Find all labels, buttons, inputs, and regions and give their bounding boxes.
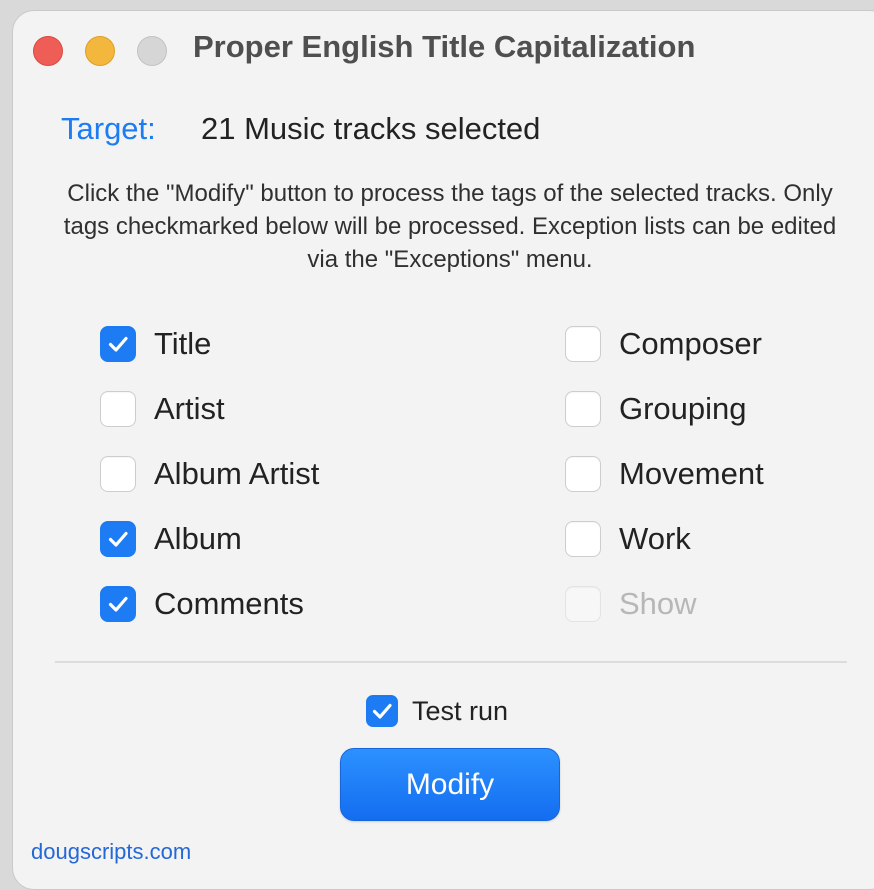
close-button[interactable] <box>33 36 63 66</box>
checkmark-icon <box>372 703 392 719</box>
album-artist-option-label: Album Artist <box>154 456 320 491</box>
target-label: Target: <box>61 111 156 146</box>
artist-option[interactable]: Artist <box>100 389 225 429</box>
show-checkbox <box>565 586 601 622</box>
grouping-option-label: Grouping <box>619 391 747 426</box>
artist-checkbox[interactable] <box>100 391 136 427</box>
title-option[interactable]: Title <box>100 324 211 364</box>
comments-checkbox[interactable] <box>100 586 136 622</box>
work-option-label: Work <box>619 521 691 556</box>
album-artist-checkbox[interactable] <box>100 456 136 492</box>
movement-checkbox[interactable] <box>565 456 601 492</box>
test-run-checkbox[interactable] <box>366 695 398 727</box>
grouping-option[interactable]: Grouping <box>565 389 747 429</box>
artist-option-label: Artist <box>154 391 225 426</box>
checkmark-icon <box>108 596 128 612</box>
app-window: Proper English Title Capitalization Targ… <box>12 10 874 890</box>
comments-option-label: Comments <box>154 586 304 621</box>
window-title: Proper English Title Capitalization <box>193 29 696 64</box>
grouping-checkbox[interactable] <box>565 391 601 427</box>
show-option-label: Show <box>619 586 697 621</box>
show-option: Show <box>565 584 697 624</box>
album-checkbox[interactable] <box>100 521 136 557</box>
movement-option-label: Movement <box>619 456 764 491</box>
instructions-text: Click the "Modify" button to process the… <box>63 180 837 273</box>
comments-option[interactable]: Comments <box>100 584 304 624</box>
title-checkbox[interactable] <box>100 326 136 362</box>
checkmark-icon <box>108 531 128 547</box>
test-run-label: Test run <box>412 695 509 726</box>
album-option-label: Album <box>154 521 242 556</box>
minimize-button[interactable] <box>85 36 115 66</box>
composer-option-label: Composer <box>619 326 762 361</box>
album-option[interactable]: Album <box>100 519 242 559</box>
test-run-option[interactable]: Test run <box>366 695 508 727</box>
work-option[interactable]: Work <box>565 519 691 559</box>
zoom-button[interactable] <box>137 36 167 66</box>
work-checkbox[interactable] <box>565 521 601 557</box>
modify-button[interactable]: Modify <box>340 748 560 821</box>
target-value: 21 Music tracks selected <box>201 111 541 146</box>
section-divider <box>55 661 847 663</box>
composer-option[interactable]: Composer <box>565 324 762 364</box>
album-artist-option[interactable]: Album Artist <box>100 454 319 494</box>
checkmark-icon <box>108 336 128 352</box>
composer-checkbox[interactable] <box>565 326 601 362</box>
title-option-label: Title <box>154 326 212 361</box>
dougscripts-link[interactable]: dougscripts.com <box>31 839 191 865</box>
movement-option[interactable]: Movement <box>565 454 764 494</box>
